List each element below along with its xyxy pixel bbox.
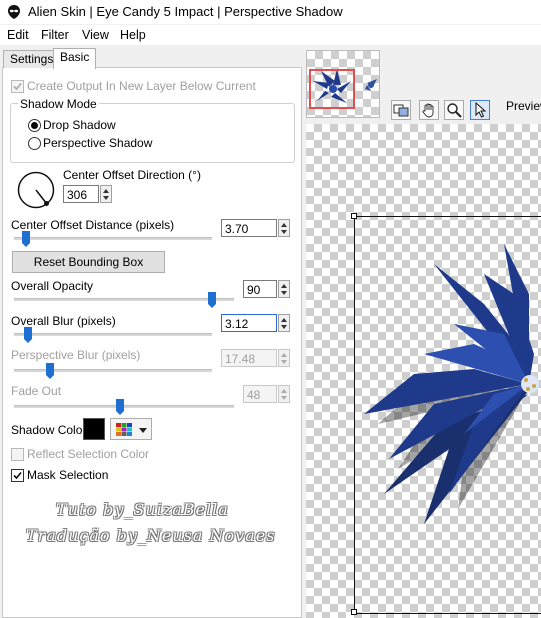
zoom-tool-button[interactable] xyxy=(444,100,464,120)
create-layer-checkbox[interactable] xyxy=(11,80,24,93)
menu-bar: Edit Filter View Help xyxy=(0,25,541,45)
shadow-color-swatch[interactable] xyxy=(83,418,105,440)
preview-canvas[interactable] xyxy=(306,124,541,618)
distance-label: Center Offset Distance (pixels) xyxy=(11,218,175,232)
spin-up-icon xyxy=(281,223,287,227)
spin-down-icon xyxy=(281,291,287,295)
perspective-blur-slider-track xyxy=(14,369,212,372)
spin-down-icon xyxy=(281,360,287,364)
blur-input[interactable]: 3.12 xyxy=(221,314,277,332)
direction-input[interactable]: 306 xyxy=(63,185,99,203)
palette-icon xyxy=(116,423,132,436)
navigator-thumbnail[interactable] xyxy=(306,50,380,118)
blur-slider-thumb[interactable] xyxy=(23,327,32,343)
drop-shadow-label: Drop Shadow xyxy=(43,118,116,132)
reflect-color-label: Reflect Selection Color xyxy=(27,447,150,461)
resize-handle[interactable] xyxy=(351,609,357,615)
perspective-blur-slider-thumb[interactable] xyxy=(45,363,54,379)
watermark-translation-credit: Tradução by_Neusa Novaes xyxy=(26,526,276,545)
opacity-input[interactable]: 90 xyxy=(243,280,277,298)
checkmark-icon xyxy=(13,82,22,91)
create-layer-label: Create Output In New Layer Below Current xyxy=(27,79,256,93)
menu-filter[interactable]: Filter xyxy=(41,28,69,42)
preview-toggle-button[interactable] xyxy=(391,100,411,120)
color-palette-button[interactable] xyxy=(110,418,152,440)
zoom-icon xyxy=(447,103,462,118)
distance-slider-track xyxy=(14,237,212,240)
navigator-view-box[interactable] xyxy=(309,69,355,109)
fade-out-spinner[interactable] xyxy=(278,385,290,403)
spin-down-icon xyxy=(281,230,287,234)
fade-out-input[interactable]: 48 xyxy=(243,385,277,403)
perspective-blur-label: Perspective Blur (pixels) xyxy=(11,348,141,362)
reflect-color-checkbox[interactable] xyxy=(11,448,24,461)
perspective-blur-input[interactable]: 17.48 xyxy=(221,349,277,367)
checkmark-icon xyxy=(13,471,22,480)
radio-selected-dot xyxy=(31,122,38,129)
menu-view[interactable]: View xyxy=(82,28,109,42)
opacity-slider-track xyxy=(14,298,234,301)
menu-edit[interactable]: Edit xyxy=(7,28,29,42)
hand-tool-button[interactable] xyxy=(419,100,439,120)
poinsettia-preview-image xyxy=(364,244,539,524)
opacity-slider-thumb[interactable] xyxy=(208,292,216,308)
blur-slider-track xyxy=(14,333,212,336)
fade-out-label: Fade Out xyxy=(11,384,62,398)
fade-out-slider-track xyxy=(14,405,234,408)
tab-basic[interactable]: Basic xyxy=(53,48,97,69)
spin-down-icon xyxy=(281,396,287,400)
blur-label: Overall Blur (pixels) xyxy=(11,314,116,328)
perspective-shadow-radio[interactable] xyxy=(28,137,41,150)
preview-label: Preview xyxy=(506,99,541,113)
spin-up-icon xyxy=(281,284,287,288)
arrow-pointer-icon xyxy=(475,102,487,118)
watermark-tutorial-credit: Tuto by_SuizaBella xyxy=(56,500,229,519)
shadow-color-label: Shadow Color xyxy=(11,423,87,437)
spin-up-icon xyxy=(103,189,109,193)
mask-selection-label: Mask Selection xyxy=(27,468,109,482)
shadow-mode-group xyxy=(10,103,295,163)
direction-spinner[interactable] xyxy=(100,185,112,203)
mask-selection-checkbox[interactable] xyxy=(11,469,24,482)
direction-label: Center Offset Direction (°) xyxy=(63,168,201,182)
opacity-spinner[interactable] xyxy=(278,280,290,298)
fade-out-slider-thumb[interactable] xyxy=(115,399,124,415)
drop-shadow-radio[interactable] xyxy=(28,119,41,132)
menu-help[interactable]: Help xyxy=(120,28,146,42)
window-title: Alien Skin | Eye Candy 5 Impact | Perspe… xyxy=(28,4,343,19)
spin-down-icon xyxy=(281,325,287,329)
direction-dial[interactable] xyxy=(16,170,56,210)
shadow-mode-legend: Shadow Mode xyxy=(18,97,99,111)
spin-up-icon xyxy=(281,353,287,357)
distance-input[interactable]: 3.70 xyxy=(221,219,277,237)
opacity-label: Overall Opacity xyxy=(11,279,94,293)
tab-settings[interactable]: Settings xyxy=(3,50,61,68)
alien-skin-app-icon xyxy=(8,5,20,19)
title-bar: Alien Skin | Eye Candy 5 Impact | Perspe… xyxy=(0,0,541,24)
perspective-shadow-label: Perspective Shadow xyxy=(43,136,153,150)
spin-up-icon xyxy=(281,318,287,322)
spin-down-icon xyxy=(103,196,109,200)
preview-toggle-icon xyxy=(393,104,409,117)
resize-handle[interactable] xyxy=(351,213,357,219)
reset-bounding-box-button[interactable]: Reset Bounding Box xyxy=(12,251,165,273)
distance-spinner[interactable] xyxy=(278,219,290,237)
blur-spinner[interactable] xyxy=(278,314,290,332)
spin-up-icon xyxy=(281,389,287,393)
select-tool-button[interactable] xyxy=(470,100,490,120)
distance-slider-thumb[interactable] xyxy=(21,231,30,247)
perspective-blur-spinner[interactable] xyxy=(278,349,290,367)
chevron-down-icon xyxy=(139,428,147,433)
hand-icon xyxy=(422,103,434,118)
